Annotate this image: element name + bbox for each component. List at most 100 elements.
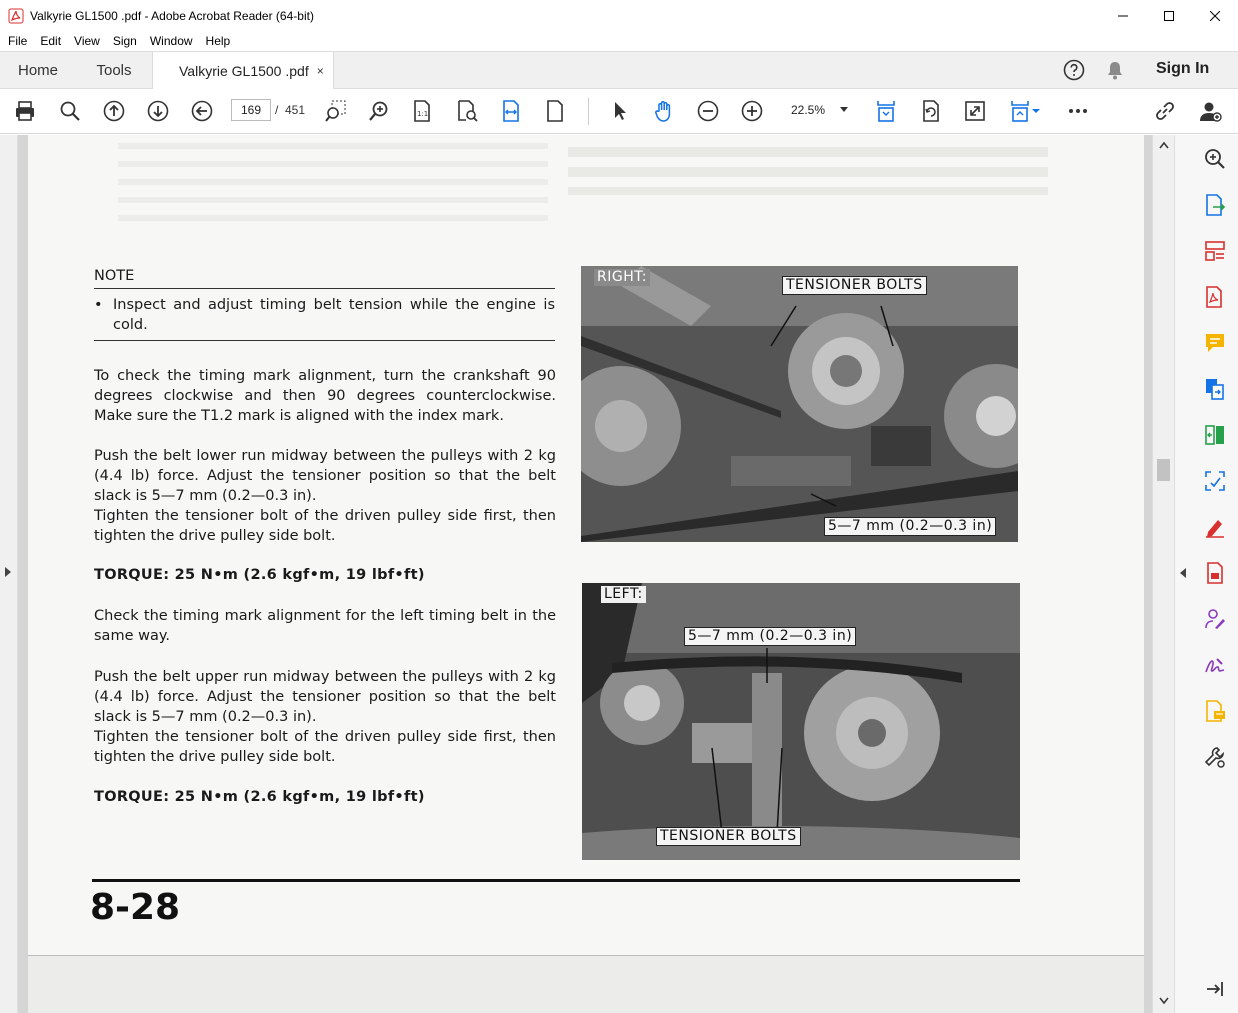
photo-right-timing-belt: RIGHT: TENSIONER BOLTS 5—7 mm (0.2—0.3 i…: [581, 266, 1018, 542]
marquee-zoom-icon: [325, 100, 346, 122]
tool-collapse-panel[interactable]: [1203, 977, 1227, 1001]
print-button[interactable]: [12, 98, 38, 124]
next-page-edge: [28, 955, 1144, 1013]
review-document-icon: [1206, 700, 1225, 722]
organize-pages-icon: [1205, 241, 1225, 261]
chevron-down-icon: [840, 107, 848, 112]
menu-view[interactable]: View: [74, 34, 100, 48]
note-rule-bottom: [94, 340, 555, 341]
paragraph-belt-push-lower: Push the belt lower run midway between t…: [94, 448, 556, 504]
vertical-scrollbar[interactable]: [1152, 135, 1174, 1013]
tool-comment[interactable]: [1203, 331, 1227, 355]
tool-more-tools[interactable]: [1203, 745, 1227, 769]
zoom-level-select[interactable]: 22.5%: [780, 99, 856, 121]
actual-size-icon: 1:1: [414, 100, 430, 122]
select-tool-button[interactable]: [607, 98, 633, 124]
page-display-icon: [877, 101, 895, 122]
minimize-button[interactable]: [1100, 0, 1146, 31]
pen-sign-icon: [1206, 520, 1224, 538]
close-window-button[interactable]: [1192, 0, 1238, 31]
page-search-icon: [458, 100, 478, 122]
bell-icon: [1108, 62, 1122, 80]
account-share-button[interactable]: [1197, 98, 1223, 124]
tool-create-pdf[interactable]: [1203, 285, 1227, 309]
paragraph-tighten-bolts: Tighten the tensioner bolt of the driven…: [94, 508, 556, 544]
menu-edit[interactable]: Edit: [40, 34, 61, 48]
back-button[interactable]: [189, 98, 215, 124]
rotate-view-button[interactable]: [918, 98, 944, 124]
combine-files-icon: [1206, 379, 1224, 400]
tab-home[interactable]: Home: [0, 52, 76, 89]
page-number-input[interactable]: 169: [231, 99, 271, 121]
tab-tools[interactable]: Tools: [76, 52, 152, 89]
tool-send-review[interactable]: [1203, 699, 1227, 723]
zoom-out-button[interactable]: [695, 98, 721, 124]
tool-sign[interactable]: [1203, 653, 1227, 677]
edit-pdf-icon: [1207, 562, 1223, 584]
tool-request-signatures[interactable]: [1203, 607, 1227, 631]
marquee-zoom-button[interactable]: [323, 98, 349, 124]
help-button[interactable]: [1062, 58, 1086, 82]
menu-help[interactable]: Help: [206, 34, 231, 48]
tool-edit-pdf[interactable]: [1203, 561, 1227, 585]
compress-pdf-icon: [1205, 425, 1224, 445]
tab-bar: Home Tools Valkyrie GL1500 .pdf × Sign I…: [0, 51, 1238, 90]
chevron-right-icon: [5, 567, 11, 577]
fit-page-button[interactable]: [542, 98, 568, 124]
svg-text:1:1: 1:1: [417, 110, 428, 118]
scroll-mode-icon: [1011, 101, 1029, 122]
note-heading: NOTE: [94, 268, 135, 284]
maximize-icon: [1164, 10, 1174, 21]
search-button[interactable]: [57, 98, 83, 124]
fit-width-button[interactable]: [498, 98, 524, 124]
engine-photo-left: [582, 583, 1020, 860]
rotate-page-icon: [923, 100, 939, 122]
tool-fill-sign[interactable]: [1203, 515, 1227, 539]
photo-slack-label-right: 5—7 mm (0.2—0.3 in): [824, 517, 997, 536]
collapse-panel-icon[interactable]: [1180, 568, 1186, 578]
full-screen-button[interactable]: [962, 98, 988, 124]
more-tools-button[interactable]: [1065, 98, 1091, 124]
tool-scan-ocr[interactable]: [1203, 469, 1227, 493]
share-link-button[interactable]: [1152, 98, 1178, 124]
scroll-mode-button[interactable]: [1006, 98, 1042, 124]
tool-export-pdf[interactable]: [1203, 193, 1227, 217]
menu-window[interactable]: Window: [150, 34, 193, 48]
actual-size-button[interactable]: 1:1: [409, 98, 435, 124]
left-panel-toggle[interactable]: [0, 135, 18, 1013]
previous-page-button[interactable]: [101, 98, 127, 124]
link-icon: [1156, 102, 1174, 120]
tab-document-label: Valkyrie GL1500 .pdf: [179, 63, 309, 79]
notifications-button[interactable]: [1104, 59, 1126, 81]
fit-width-icon: [503, 100, 519, 122]
tool-organize-pages[interactable]: [1203, 239, 1227, 263]
tab-document[interactable]: Valkyrie GL1500 .pdf ×: [152, 52, 334, 90]
scrollbar-thumb[interactable]: [1157, 459, 1170, 481]
scroll-up-icon[interactable]: [1159, 141, 1169, 149]
request-signature-icon: [1205, 609, 1225, 629]
page-footer-rule: [92, 879, 1020, 882]
cursor-arrow-icon: [615, 102, 626, 120]
menu-file[interactable]: File: [8, 34, 27, 48]
document-view[interactable]: NOTE • Inspect and adjust timing belt te…: [0, 135, 1152, 1013]
tool-combine-files[interactable]: [1203, 377, 1227, 401]
hand-tool-button[interactable]: [651, 98, 677, 124]
paragraph-tighten-bolts-left: Tighten the tensioner bolt of the driven…: [94, 729, 556, 765]
arrow-left-circle-icon: [191, 100, 213, 122]
find-in-page-button[interactable]: [454, 98, 480, 124]
menu-sign[interactable]: Sign: [113, 34, 137, 48]
photo-left-timing-belt: LEFT: 5—7 mm (0.2—0.3 in) TENSIONER BOLT…: [582, 583, 1020, 860]
sign-in-button[interactable]: Sign In: [1156, 60, 1209, 78]
expand-icon: [965, 101, 985, 121]
maximize-button[interactable]: [1146, 0, 1192, 31]
tool-search[interactable]: [1203, 147, 1227, 171]
next-page-button[interactable]: [145, 98, 171, 124]
zoom-tool-button[interactable]: [366, 98, 392, 124]
page-display-button[interactable]: [873, 98, 899, 124]
tool-compress-pdf[interactable]: [1203, 423, 1227, 447]
scroll-down-icon[interactable]: [1159, 997, 1169, 1005]
zoom-in-button[interactable]: [739, 98, 765, 124]
hand-icon: [655, 101, 671, 122]
right-tools-panel: [1174, 135, 1238, 1013]
tab-close-icon[interactable]: ×: [317, 64, 324, 78]
